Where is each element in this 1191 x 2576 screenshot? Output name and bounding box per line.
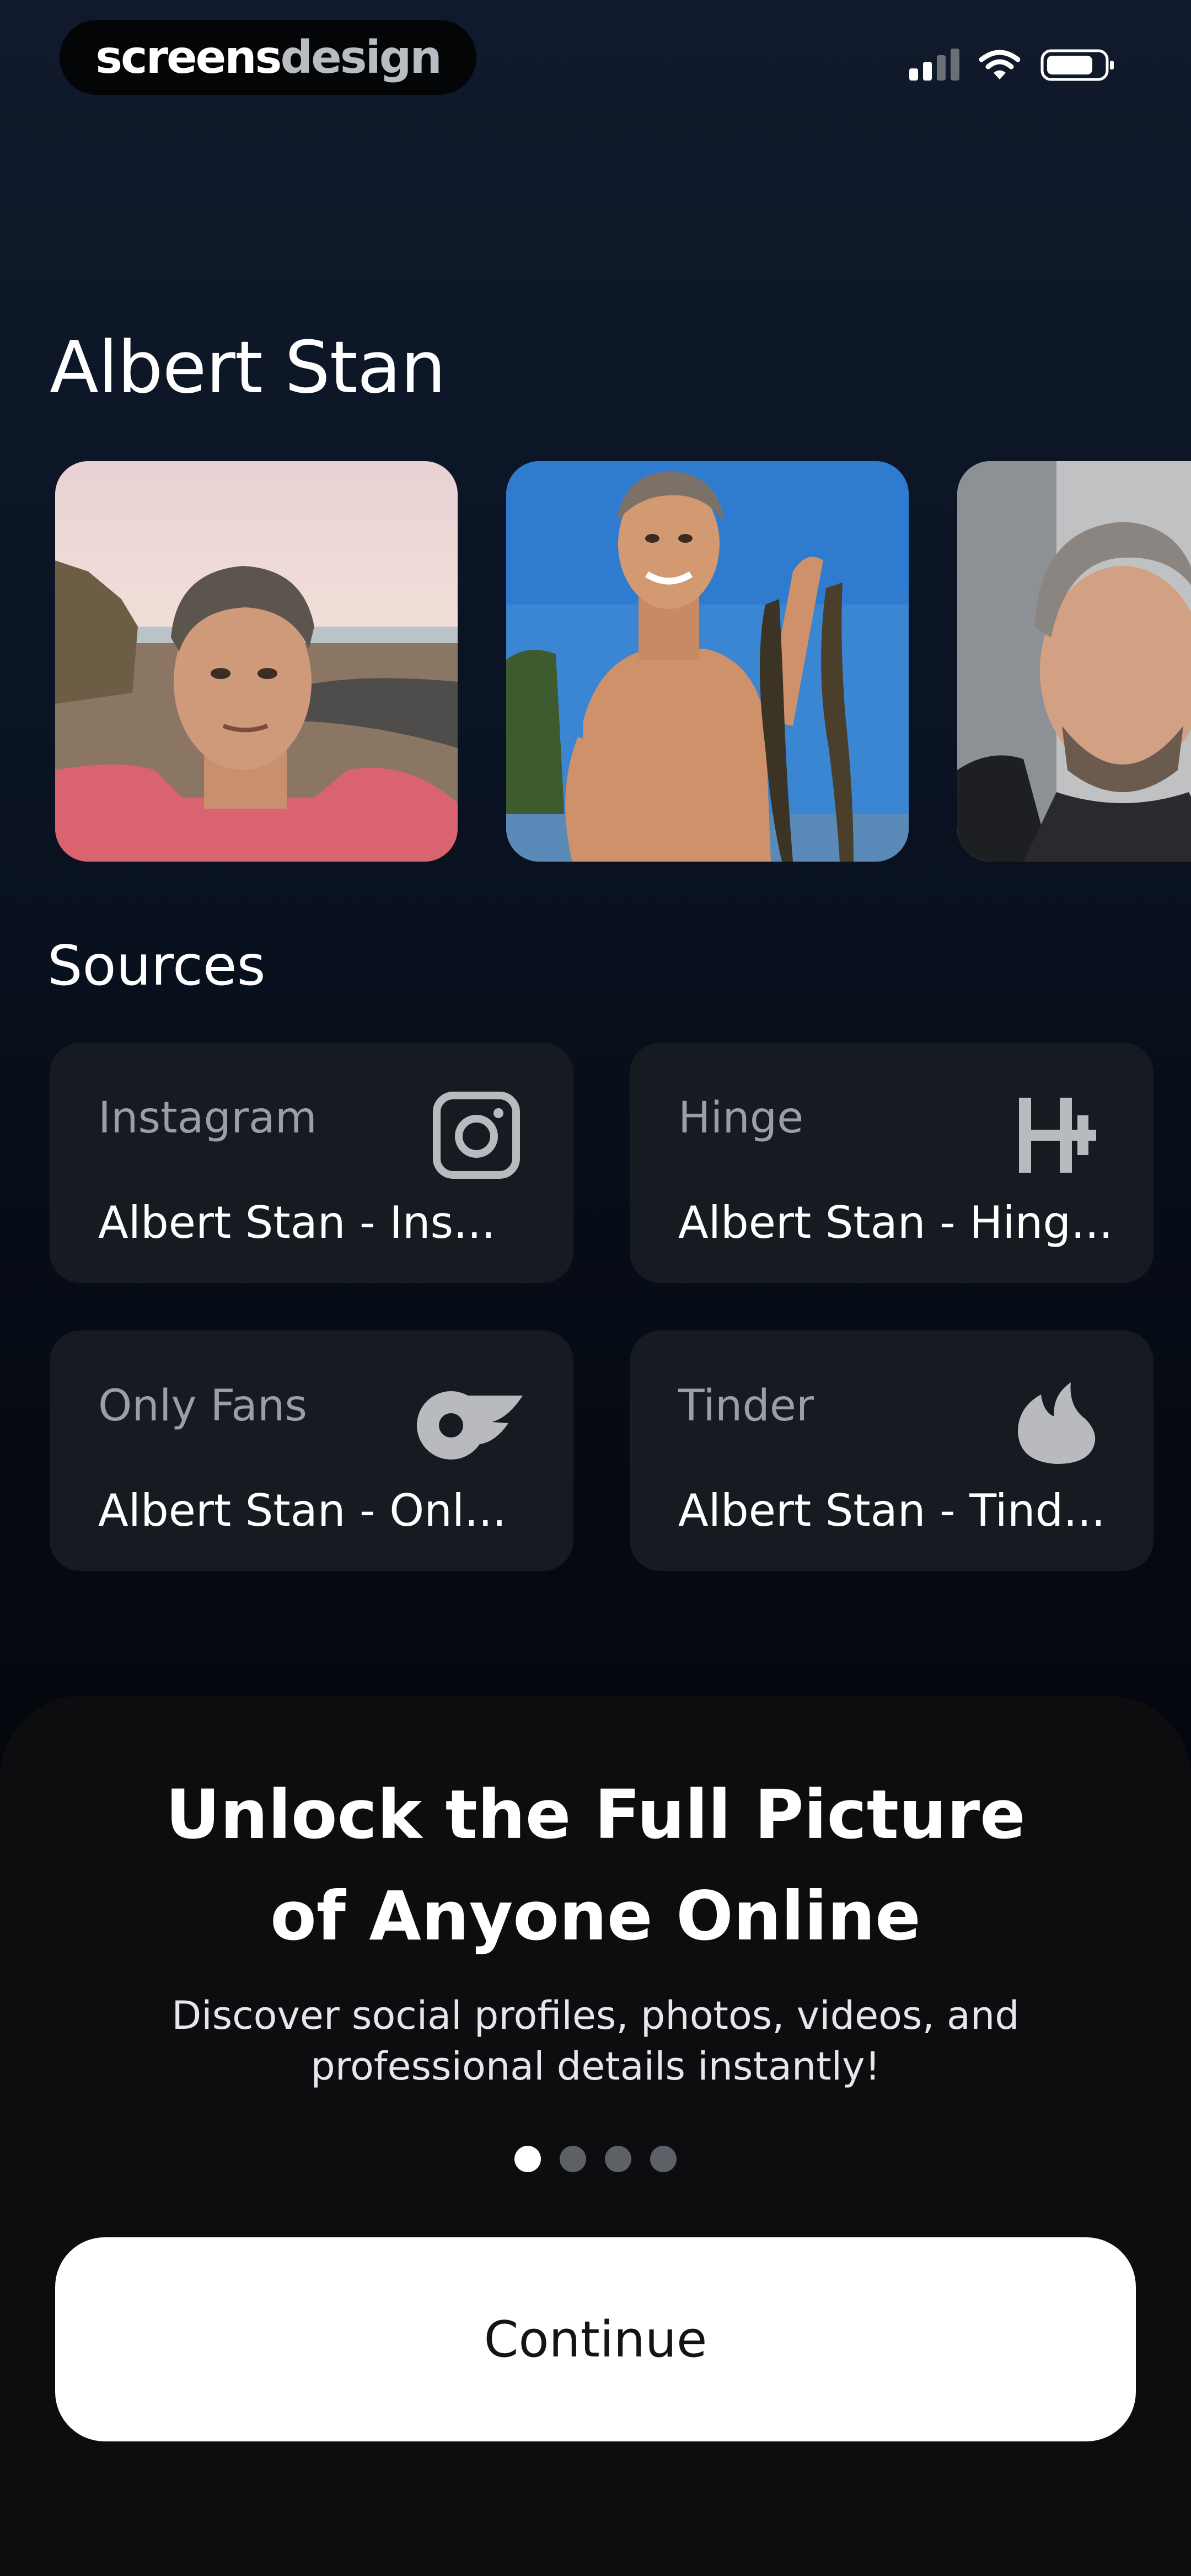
profile-photo-3[interactable] [957,461,1191,862]
hinge-icon [1019,1098,1096,1173]
source-platform: Only Fans [98,1381,308,1431]
screensdesign-logo: screens design [60,20,476,95]
instagram-icon [433,1092,520,1179]
source-platform: Hinge [678,1093,804,1143]
app-screen: screens design Albert Stan Sources Insta… [0,0,1191,2576]
source-card-tinder[interactable]: Tinder Albert Stan - Tind... [630,1330,1154,1571]
source-account: Albert Stan - Ins... [98,1197,496,1248]
status-icons [909,47,1116,83]
onboarding-subtext: Discover social profiles, photos, videos… [0,1990,1191,2092]
logo-word-screens: screens [95,31,282,84]
source-card-instagram[interactable]: Instagram Albert Stan - Ins... [50,1043,573,1283]
beach-selfie-photo [55,461,458,862]
page-dot-1 [514,2146,541,2172]
subtext-line-2: professional details instantly! [310,2044,881,2089]
source-card-onlyfans[interactable]: Only Fans Albert Stan - Onl... [50,1330,573,1571]
page-dot-2 [560,2146,586,2172]
source-account: Albert Stan - Tind... [678,1485,1106,1536]
logo-word-design: design [280,31,442,84]
fishing-photo [506,461,909,862]
tinder-icon [1018,1382,1096,1464]
subtext-line-1: Discover social profiles, photos, videos… [171,1993,1020,2038]
profile-photo-1[interactable] [55,461,458,862]
cellular-signal-icon [909,49,959,81]
source-account: Albert Stan - Onl... [98,1485,507,1536]
headline-line-1: Unlock the Full Picture [165,1776,1026,1854]
page-dot-4 [650,2146,677,2172]
battery-icon [1040,49,1114,81]
profile-photo-2[interactable] [506,461,909,862]
source-platform: Instagram [98,1093,317,1143]
continue-button[interactable]: Continue [55,2237,1136,2441]
onlyfans-icon [417,1391,523,1460]
car-selfie-photo [957,461,1191,862]
page-indicator [0,2146,1191,2172]
source-platform: Tinder [678,1381,814,1431]
source-account: Albert Stan - Hing... [678,1197,1113,1248]
wifi-icon [979,50,1020,79]
sources-title: Sources [47,933,266,998]
onboarding-headline: Unlock the Full Picture of Anyone Online [0,1764,1191,1967]
photo-carousel[interactable] [55,461,1191,862]
profile-name: Albert Stan [50,325,446,409]
page-dot-3 [605,2146,631,2172]
headline-line-2: of Anyone Online [270,1877,921,1955]
source-card-hinge[interactable]: Hinge Albert Stan - Hing... [630,1043,1154,1283]
